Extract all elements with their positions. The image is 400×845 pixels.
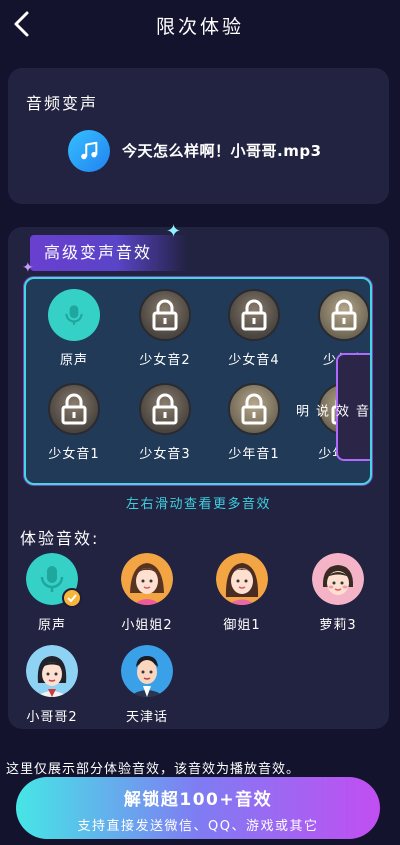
lock-icon — [139, 289, 191, 341]
experience-section-label: 体验音效: — [20, 529, 100, 548]
effect-item-locked[interactable]: 少女音4 — [214, 289, 294, 368]
experience-item[interactable]: 御姐1 — [202, 553, 282, 633]
experience-item[interactable]: 天津话 — [107, 645, 187, 725]
side-tab-char: 音 — [353, 403, 368, 421]
unlock-subtitle: 支持直接发送微信、QQ、游戏或其它 — [77, 819, 319, 834]
disclaimer-note: 这里仅展示部分体验音效，该音效为播放音效。 — [6, 762, 301, 777]
lock-icon — [48, 383, 100, 435]
effect-label: 少年音1 — [228, 447, 280, 462]
microphone-icon — [48, 289, 100, 341]
lock-icon — [228, 383, 280, 435]
effect-item-locked[interactable]: 少女音2 — [125, 289, 205, 368]
effect-item-original[interactable]: 原声 — [34, 289, 114, 368]
woman-avatar-icon — [216, 553, 268, 605]
scroll-hint: 左右滑动查看更多音效 — [125, 497, 271, 512]
unlock-title: 解锁超100+音效 — [123, 790, 273, 810]
lock-icon — [228, 289, 280, 341]
music-note-icon — [68, 130, 110, 172]
header-bar: 限次体验 — [0, 0, 400, 50]
little-girl-avatar-icon — [312, 553, 364, 605]
effect-info-tab[interactable]: 音 效 说 明 — [293, 353, 370, 461]
effect-label: 少女音2 — [139, 353, 191, 368]
lock-icon — [139, 383, 191, 435]
experience-item-original[interactable]: 原声 — [12, 553, 92, 633]
side-tab-char: 说 — [313, 403, 328, 421]
young-man-avatar-icon — [26, 645, 78, 697]
side-tab-char: 效 — [333, 403, 348, 421]
experience-item[interactable]: 小哥哥2 — [12, 645, 92, 725]
audio-file-name[interactable]: 今天怎么样啊！小哥哥.mp3 — [122, 140, 322, 161]
audio-card: 音频变声 今天怎么样啊！小哥哥.mp3 — [8, 68, 389, 204]
experience-label: 天津话 — [125, 710, 168, 725]
experience-label: 小哥哥2 — [26, 710, 78, 725]
effects-card: 高级变声音效 ✦ ✦ 原声 少女音2 少女音4 少女音1 少女音3 少年音1 音… — [8, 221, 389, 729]
man-avatar-icon — [121, 645, 173, 697]
premium-banner: 高级变声音效 — [30, 235, 188, 271]
avatar — [26, 553, 82, 608]
sparkle-icon: ✦ — [166, 221, 182, 242]
audio-section-label: 音频变声 — [26, 94, 99, 113]
avatar — [26, 645, 78, 697]
effect-label: 少女音3 — [139, 447, 191, 462]
lock-icon — [318, 289, 370, 341]
avatar — [121, 553, 173, 605]
effect-item-locked[interactable]: 少女音3 — [125, 383, 205, 462]
experience-label: 原声 — [37, 618, 66, 633]
avatar — [312, 553, 364, 605]
effect-item-locked[interactable]: 少女音1 — [34, 383, 114, 462]
girl-avatar-icon — [121, 553, 173, 605]
experience-label: 萝莉3 — [319, 618, 357, 633]
effect-item-locked[interactable]: 少年音1 — [214, 383, 294, 462]
avatar — [216, 553, 268, 605]
premium-effects-grid[interactable]: 原声 少女音2 少女音4 少年音 少女音1 — [24, 277, 372, 485]
effect-label: 少女音1 — [48, 447, 100, 462]
experience-item[interactable]: 萝莉3 — [298, 553, 378, 633]
page-title: 限次体验 — [155, 16, 244, 38]
experience-label: 御姐1 — [223, 618, 261, 633]
experience-label: 小姐姐2 — [121, 618, 173, 633]
sparkle-icon: ✦ — [22, 260, 34, 276]
unlock-button[interactable]: 解锁超100+音效 支持直接发送微信、QQ、游戏或其它 — [16, 777, 380, 839]
effect-label: 原声 — [59, 353, 88, 368]
effect-label: 少女音4 — [228, 353, 280, 368]
checkmark-icon — [62, 588, 82, 608]
avatar — [121, 645, 173, 697]
side-tab-char: 明 — [293, 403, 308, 421]
experience-item[interactable]: 小姐姐2 — [107, 553, 187, 633]
